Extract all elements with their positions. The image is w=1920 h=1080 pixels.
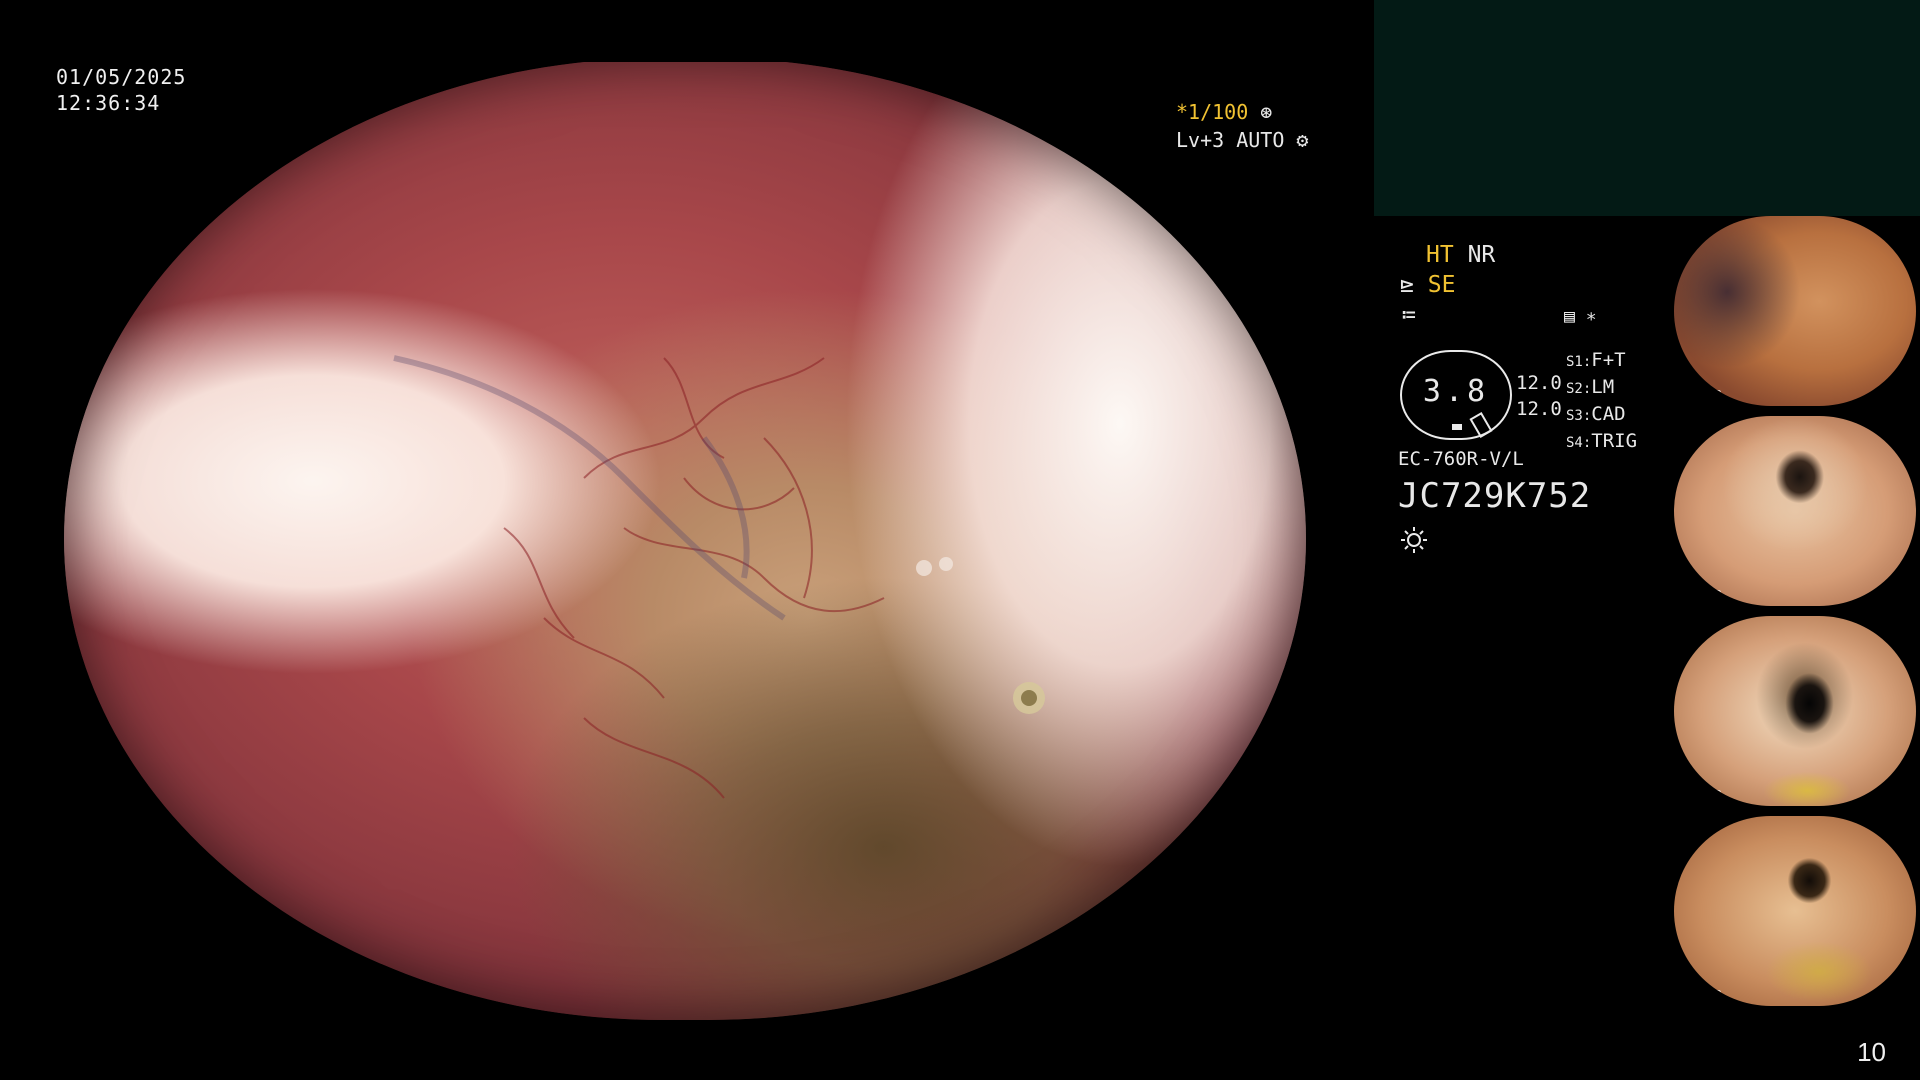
switch-key: S1: (1566, 354, 1592, 370)
exposure-overlay: *1/100 ⊛ Lv+3 AUTO ⚙ (1176, 100, 1326, 156)
switch-value: TRIG (1591, 430, 1638, 452)
switch-value: LM (1591, 376, 1615, 398)
parameter-value-1: 12.0 (1516, 372, 1562, 394)
thumbnail-label: JC729K752 (1678, 789, 1722, 798)
endoscopy-screen: 01/05/2025 12:36:34 *1/100 ⊛ Lv+3 AUTO ⚙… (0, 0, 1920, 1080)
gauge-indicator (1469, 411, 1493, 439)
parameter-value-2: 12.0 (1516, 398, 1562, 420)
scope-model-label: EC-760R-V/L (1398, 448, 1524, 470)
time-label: 12:36:34 (56, 91, 161, 115)
endoscope-live-view (64, 62, 1306, 1020)
switch-value: CAD (1591, 403, 1626, 425)
se-mode-label: SE (1427, 272, 1456, 298)
memo-icon: ▤ (1564, 306, 1575, 327)
captured-thumbnail[interactable]: JC729K752 (1674, 816, 1916, 1006)
page-number: 10 (1857, 1037, 1886, 1067)
datetime-overlay: 01/05/2025 12:36:34 (56, 64, 186, 116)
captured-thumbnail[interactable]: JC729K752 (1674, 216, 1916, 406)
structure-icon: ≔ (1402, 302, 1416, 328)
aperture-icon: ⊛ (1260, 100, 1273, 124)
scope-icon: ⊵ (1400, 272, 1414, 298)
switch-key: S3: (1566, 408, 1592, 424)
sun-icon (1401, 527, 1427, 553)
magnification-gauge: 3.8 (1400, 350, 1512, 440)
level-label: Lv+3 AUTO (1176, 128, 1285, 152)
nr-mode-label: NR (1467, 242, 1496, 268)
switch-key: S4: (1566, 435, 1592, 451)
captured-image-strip: JC729K752 JC729K752 JC729K752 JC729K752 (1670, 216, 1920, 1016)
scope-serial-label: JC729K752 (1398, 476, 1592, 516)
top-right-panel (1374, 0, 1920, 216)
date-label: 01/05/2025 (56, 65, 187, 89)
shutter-speed-label: *1/100 (1176, 100, 1249, 124)
gauge-marker (1452, 424, 1462, 430)
vessel-pattern (393, 355, 1045, 799)
switch-assignments: S1:F+T S2:LM S3:CAD S4:TRIG (1566, 348, 1637, 456)
scope-info-panel: HT NR ⊵ SE ≔ ▤ ∗ 3.8 12.0 12.0 S1:F+T S2… (1398, 240, 1698, 560)
thumbnail-label: JC729K752 (1678, 989, 1722, 998)
gauge-value: 3.8 (1422, 374, 1490, 409)
thumbnail-label: JC729K752 (1678, 389, 1722, 398)
gear-icon: ⚙ (1296, 128, 1309, 152)
switch-key: S2: (1566, 381, 1592, 397)
thumbnail-label: JC729K752 (1678, 589, 1722, 598)
parameter-values: 12.0 12.0 (1516, 370, 1562, 422)
captured-thumbnail[interactable]: JC729K752 (1674, 616, 1916, 806)
switch-value: F+T (1591, 349, 1626, 371)
captured-thumbnail[interactable]: JC729K752 (1674, 416, 1916, 606)
asterisk-icon: ∗ (1585, 306, 1597, 327)
ht-mode-label: HT (1426, 242, 1454, 268)
